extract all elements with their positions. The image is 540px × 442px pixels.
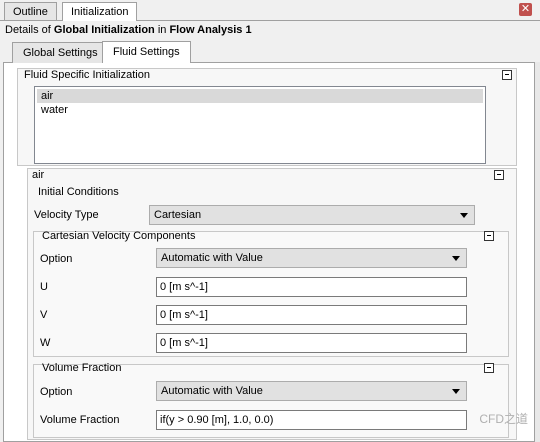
details-header: Details of Global Initialization in Flow… <box>5 22 252 38</box>
velocity-type-label: Velocity Type <box>34 209 99 221</box>
air-section-title: air <box>32 169 45 181</box>
vf-option-value: Automatic with Value <box>161 385 263 397</box>
cartesian-option-select[interactable]: Automatic with Value <box>156 248 467 268</box>
tab-fluid-settings[interactable]: Fluid Settings <box>102 41 191 63</box>
tab-initialization[interactable]: Initialization <box>62 2 138 21</box>
close-icon[interactable]: ✕ <box>519 3 532 16</box>
initial-conditions-title: Initial Conditions <box>38 186 119 198</box>
vf-option-select[interactable]: Automatic with Value <box>156 381 467 401</box>
v-label: V <box>40 309 48 321</box>
v-field[interactable]: 0 [m s^-1] <box>156 305 467 325</box>
velocity-type-select[interactable]: Cartesian <box>149 205 475 225</box>
collapse-icon[interactable] <box>484 231 494 241</box>
details-object: Global Initialization <box>53 24 155 36</box>
u-label: U <box>40 281 48 293</box>
list-item-water[interactable]: water <box>37 103 483 117</box>
volume-fraction-label: Volume Fraction <box>40 414 120 426</box>
list-item-air[interactable]: air <box>37 89 483 103</box>
watermark: CFD之道 <box>479 412 528 426</box>
collapse-icon[interactable] <box>502 70 512 80</box>
w-label: W <box>40 337 51 349</box>
fluid-specific-title: Fluid Specific Initialization <box>24 69 150 81</box>
collapse-icon[interactable] <box>484 363 494 373</box>
chevron-down-icon <box>452 256 460 261</box>
velocity-type-value: Cartesian <box>154 209 202 221</box>
chevron-down-icon <box>460 213 468 218</box>
w-field[interactable]: 0 [m s^-1] <box>156 333 467 353</box>
details-prefix: Details of <box>5 24 51 36</box>
tab-outline[interactable]: Outline <box>4 2 57 20</box>
tab-global-settings[interactable]: Global Settings <box>12 42 109 63</box>
details-container: Flow Analysis 1 <box>169 24 252 36</box>
cartesian-option-value: Automatic with Value <box>161 252 263 264</box>
u-field[interactable]: 0 [m s^-1] <box>156 277 467 297</box>
cartesian-title: Cartesian Velocity Components <box>42 230 196 242</box>
collapse-icon[interactable] <box>494 170 504 180</box>
option-label: Option <box>40 253 73 265</box>
vf-option-label: Option <box>40 386 73 398</box>
volume-fraction-field[interactable]: if(y > 0.90 [m], 1.0, 0.0) <box>156 410 467 430</box>
volume-fraction-title: Volume Fraction <box>42 362 122 374</box>
scrollbar[interactable] <box>535 62 540 442</box>
chevron-down-icon <box>452 389 460 394</box>
fluid-list[interactable]: air water <box>34 86 486 164</box>
details-mid: in <box>157 24 167 36</box>
